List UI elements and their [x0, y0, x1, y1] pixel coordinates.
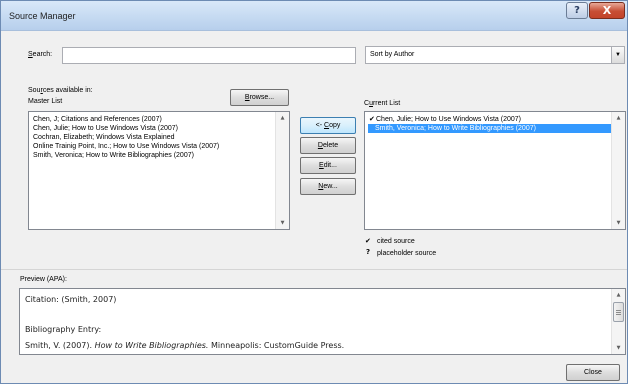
scroll-down-icon[interactable]: ▼ — [612, 217, 625, 229]
thumb-grip — [616, 312, 621, 313]
sort-dropdown[interactable]: Sort by Author ▼ — [365, 46, 625, 64]
master-list-label: Master List — [28, 98, 63, 105]
master-list[interactable]: Chen, J; Citations and References (2007)… — [28, 111, 290, 230]
close-button[interactable]: Close — [566, 364, 620, 381]
search-label: Search: — [28, 51, 52, 58]
current-list[interactable]: ✔ Chen, Julie; How to Use Windows Vista … — [364, 111, 626, 230]
check-icon: ✔ — [369, 115, 375, 123]
preview-scrollbar[interactable]: ▲ ▼ — [611, 289, 625, 354]
copy-label: opy — [329, 122, 341, 129]
close-window-button[interactable]: X — [589, 2, 625, 19]
delete-label: elete — [322, 142, 339, 149]
browse-button[interactable]: Browse... — [230, 89, 289, 106]
sources-label-pre: Sou — [28, 87, 41, 94]
master-list-item[interactable]: Online Trainig Point, Inc.; How to Use W… — [33, 142, 219, 151]
search-label-text: earch: — [32, 51, 53, 58]
search-field[interactable] — [62, 47, 356, 64]
scroll-thumb[interactable] — [613, 302, 624, 322]
scroll-down-icon[interactable]: ▼ — [612, 342, 625, 354]
help-button[interactable]: ? — [566, 2, 588, 19]
current-item-label: Smith, Veronica; How to Write Bibliograp… — [375, 125, 536, 132]
scroll-up-icon[interactable]: ▲ — [612, 289, 625, 301]
placeholder-source-legend: placeholder source — [377, 250, 437, 257]
search-input[interactable] — [63, 48, 355, 63]
bib-entry-author: Smith, V. (2007). — [25, 341, 95, 350]
thumb-grip — [616, 310, 621, 311]
browse-label: rowse... — [249, 94, 275, 101]
copy-arrow: <- — [315, 122, 324, 129]
master-list-item[interactable]: Smith, Veronica; How to Write Bibliograp… — [33, 151, 194, 160]
master-list-scrollbar[interactable]: ▲ ▼ — [275, 112, 289, 229]
cited-source-legend: cited source — [377, 238, 415, 245]
question-mark-icon: ? — [366, 248, 371, 256]
new-button[interactable]: New... — [300, 178, 356, 195]
divider — [1, 269, 627, 270]
edit-button[interactable]: Edit... — [300, 157, 356, 174]
current-list-label: Current List — [364, 100, 400, 107]
master-list-item[interactable]: Cochran, Elizabeth; Windows Vista Explai… — [33, 133, 175, 142]
new-label: ew... — [323, 183, 338, 190]
current-list-item[interactable]: ✔ Chen, Julie; How to Use Windows Vista … — [369, 115, 521, 124]
thumb-grip — [616, 314, 621, 315]
current-list-label-post: rrent List — [372, 100, 401, 107]
source-manager-dialog: Source Manager ? X Search: Sort by Autho… — [0, 0, 628, 384]
master-list-item[interactable]: Chen, Julie; How to Use Windows Vista (2… — [33, 124, 178, 133]
check-icon: ✔ — [365, 237, 371, 245]
copy-button[interactable]: <- Copy — [300, 117, 356, 134]
bib-entry-publisher: Minneapolis: CustomGuide Press. — [208, 341, 345, 350]
sources-available-label: Sources available in: — [28, 87, 93, 94]
sources-label-post: ces available in: — [42, 87, 93, 94]
preview-label: Preview (APA): — [20, 276, 67, 283]
edit-label: dit... — [323, 162, 337, 169]
scroll-up-icon[interactable]: ▲ — [612, 112, 625, 124]
title-bar[interactable]: Source Manager ? X — [1, 1, 627, 31]
preview-bib-heading: Bibliography Entry: — [25, 325, 102, 334]
current-list-scrollbar[interactable]: ▲ ▼ — [611, 112, 625, 229]
scroll-up-icon[interactable]: ▲ — [276, 112, 289, 124]
preview-citation: Citation: (Smith, 2007) — [25, 295, 117, 304]
current-item-label: Chen, Julie; How to Use Windows Vista (2… — [376, 116, 521, 123]
preview-box[interactable]: Citation: (Smith, 2007) Bibliography Ent… — [19, 288, 626, 355]
preview-bib-entry: Smith, V. (2007). How to Write Bibliogra… — [25, 341, 344, 350]
delete-button[interactable]: Delete — [300, 137, 356, 154]
chevron-down-icon[interactable]: ▼ — [611, 47, 624, 63]
bib-entry-title: How to Write Bibliographies. — [94, 341, 209, 350]
sort-selected-value: Sort by Author — [370, 51, 415, 58]
window-title: Source Manager — [9, 11, 76, 21]
master-list-item[interactable]: Chen, J; Citations and References (2007) — [33, 115, 162, 124]
current-list-item-selected[interactable]: Smith, Veronica; How to Write Bibliograp… — [368, 124, 611, 133]
scroll-down-icon[interactable]: ▼ — [276, 217, 289, 229]
